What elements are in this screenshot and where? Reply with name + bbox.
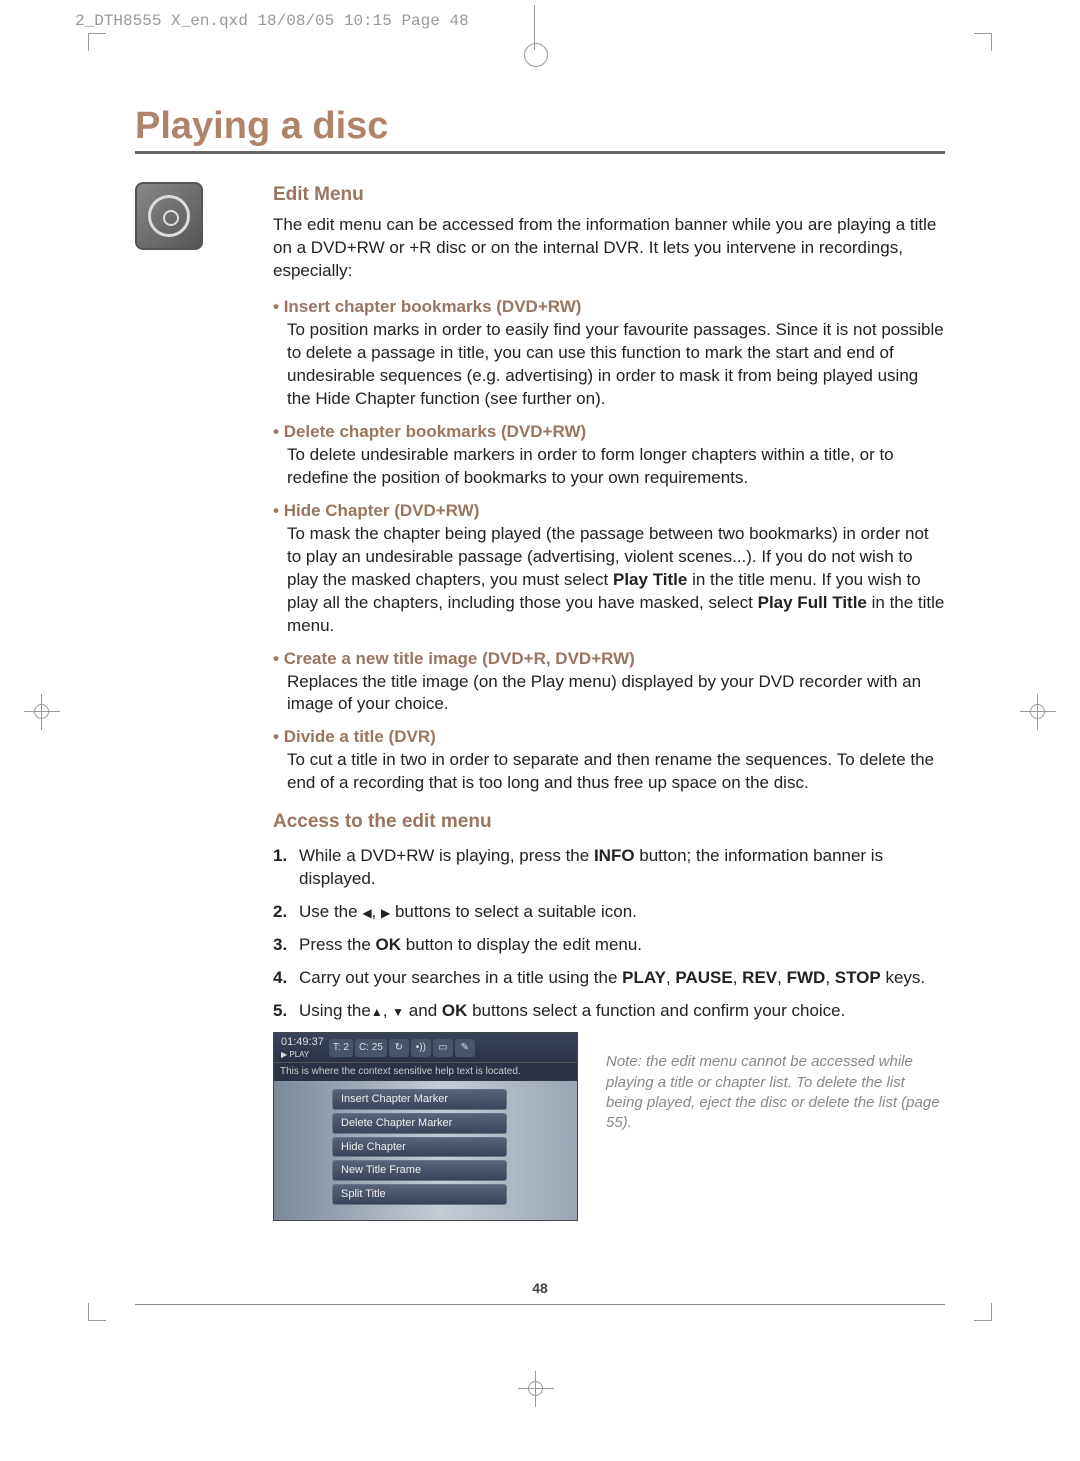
crop-mark	[974, 1303, 992, 1321]
ui-screenshot: 01:49:37 ▶ PLAY T: 2 C: 25 ↻ •)) ▭ ✎ Thi…	[273, 1032, 578, 1221]
step: 4.Carry out your searches in a title usi…	[273, 967, 945, 990]
ss-title-chip: T: 2	[329, 1039, 353, 1057]
page-title: Playing a disc	[135, 105, 945, 148]
ss-menu-item: Delete Chapter Marker	[332, 1113, 507, 1134]
step: 3.Press the OK button to display the edi…	[273, 934, 945, 957]
ss-repeat-icon: ↻	[389, 1039, 409, 1057]
disc-icon	[135, 182, 203, 250]
step: 5.Using the, and OK buttons select a fun…	[273, 1000, 945, 1023]
ss-edit-icon: ✎	[455, 1039, 475, 1057]
bullet-body: To cut a title in two in order to separa…	[287, 749, 945, 795]
step: 2.Use the , buttons to select a suitable…	[273, 901, 945, 924]
bullet-body: To delete undesirable markers in order t…	[287, 444, 945, 490]
bullet-heading: Delete chapter bookmarks (DVD+RW)	[273, 421, 945, 444]
ss-menu-item: Insert Chapter Marker	[332, 1089, 507, 1110]
bullet-body: Replaces the title image (on the Play me…	[287, 671, 945, 717]
footer-rule	[135, 1304, 945, 1305]
step-number: 2.	[273, 901, 299, 924]
step-body: Carry out your searches in a title using…	[299, 967, 945, 990]
step-number: 4.	[273, 967, 299, 990]
step-body: While a DVD+RW is playing, press the INF…	[299, 845, 945, 891]
bullet-body: To mask the chapter being played (the pa…	[287, 523, 945, 638]
bullet-heading: Insert chapter bookmarks (DVD+RW)	[273, 296, 945, 319]
ss-audio-icon: •))	[411, 1039, 431, 1057]
registration-mark-top	[520, 5, 550, 65]
page-number: 48	[0, 1280, 1080, 1296]
step-body: Press the OK button to display the edit …	[299, 934, 945, 957]
registration-mark-left	[30, 700, 54, 724]
ss-play-label: ▶ PLAY	[278, 1050, 327, 1061]
bullet-heading: Create a new title image (DVD+R, DVD+RW)	[273, 648, 945, 671]
step-number: 3.	[273, 934, 299, 957]
step-number: 5.	[273, 1000, 299, 1023]
ss-chapter-chip: C: 25	[355, 1039, 387, 1057]
step-number: 1.	[273, 845, 299, 891]
step: 1.While a DVD+RW is playing, press the I…	[273, 845, 945, 891]
ss-subtitle-icon: ▭	[433, 1039, 453, 1057]
note-text: Note: the edit menu cannot be accessed w…	[606, 1032, 945, 1133]
crop-mark	[88, 1303, 106, 1321]
step-body: Using the, and OK buttons select a funct…	[299, 1000, 945, 1023]
bullet-body: To position marks in order to easily fin…	[287, 319, 945, 411]
ss-time: 01:49:37	[278, 1035, 327, 1049]
title-underline	[135, 151, 945, 154]
registration-mark-bottom	[524, 1377, 548, 1401]
section-heading-edit-menu: Edit Menu	[273, 182, 945, 208]
step-body: Use the , buttons to select a suitable i…	[299, 901, 945, 924]
section-heading-access: Access to the edit menu	[273, 809, 945, 835]
crop-mark	[974, 33, 992, 51]
print-header: 2_DTH8555 X_en.qxd 18/08/05 10:15 Page 4…	[75, 12, 469, 30]
bullet-heading: Hide Chapter (DVD+RW)	[273, 500, 945, 523]
registration-mark-right	[1026, 700, 1050, 724]
ss-help-text: This is where the context sensitive help…	[274, 1062, 577, 1081]
crop-mark	[88, 33, 106, 51]
bullet-heading: Divide a title (DVR)	[273, 726, 945, 749]
intro-text: The edit menu can be accessed from the i…	[273, 214, 945, 283]
ss-menu-item: New Title Frame	[332, 1160, 507, 1181]
ss-menu-item: Hide Chapter	[332, 1137, 507, 1158]
ss-menu-item: Split Title	[332, 1184, 507, 1205]
